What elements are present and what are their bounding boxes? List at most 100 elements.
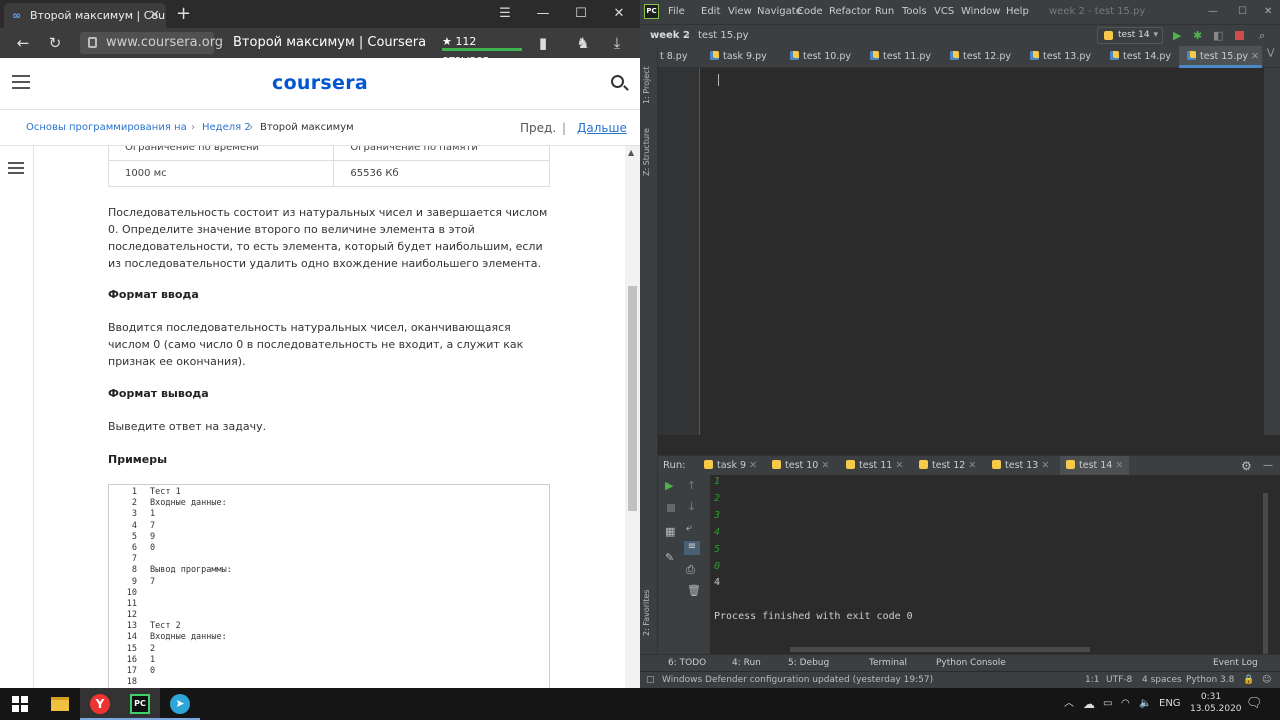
stop-icon[interactable] bbox=[1235, 31, 1244, 40]
ide-minimize-icon[interactable]: — bbox=[1208, 0, 1218, 24]
pin-icon[interactable]: ✎ bbox=[665, 551, 674, 564]
menu-item-view[interactable]: View bbox=[728, 0, 752, 24]
address-bar[interactable]: www.coursera.org bbox=[80, 32, 223, 54]
onedrive-icon[interactable]: ☁ bbox=[1083, 688, 1095, 720]
tray-expand-icon[interactable]: ︿ bbox=[1064, 688, 1074, 720]
close-tab-icon[interactable]: ✕ bbox=[892, 460, 903, 471]
stop-run-icon[interactable] bbox=[667, 504, 675, 512]
next-button[interactable]: Дальше bbox=[577, 110, 627, 146]
settings-gear-icon[interactable]: ⚙ bbox=[1241, 456, 1252, 476]
ide-close-icon[interactable]: ✕ bbox=[1264, 0, 1272, 24]
new-tab-button[interactable]: + bbox=[176, 3, 191, 25]
close-tab-icon[interactable]: ✕ bbox=[1248, 51, 1259, 62]
scroll-up-arrow-icon[interactable]: ↑ bbox=[687, 479, 696, 492]
telegram-icon[interactable]: ➤ bbox=[160, 688, 200, 720]
menu-item-window[interactable]: Window bbox=[961, 0, 1000, 24]
menu-item-vcs[interactable]: VCS bbox=[934, 0, 954, 24]
console-scrollbar[interactable] bbox=[1263, 493, 1268, 656]
notification-icon[interactable]: 🗨 bbox=[1246, 688, 1263, 720]
encoding[interactable]: UTF-8 bbox=[1106, 672, 1132, 688]
bookmark-icon[interactable]: ▮ bbox=[530, 28, 556, 58]
breadcrumb-course-link[interactable]: Основы программирования на Pyth bbox=[26, 110, 186, 146]
interpreter[interactable]: Python 3.8 bbox=[1186, 672, 1234, 688]
run-tool-button[interactable]: 4: Run bbox=[732, 655, 761, 672]
layout-icon[interactable]: ▦ bbox=[665, 525, 675, 538]
wifi-icon[interactable]: ◠ bbox=[1121, 688, 1130, 720]
caret-position[interactable]: 1:1 bbox=[1085, 672, 1099, 688]
reviews-badge[interactable]: ★ 112 отзывов bbox=[442, 33, 522, 66]
close-window-icon[interactable]: ✕ bbox=[602, 0, 636, 28]
run-tab[interactable]: test 10 ✕ bbox=[766, 456, 835, 476]
terminal-tool-button[interactable]: Terminal bbox=[869, 655, 907, 672]
code-editor[interactable] bbox=[658, 68, 1280, 435]
status-message[interactable]: Windows Defender configuration updated (… bbox=[662, 672, 933, 688]
close-tab-icon[interactable]: ✕ bbox=[1038, 460, 1049, 471]
volume-icon[interactable]: 🔈 bbox=[1139, 688, 1151, 720]
close-tab-icon[interactable]: ✕ bbox=[1112, 460, 1123, 471]
editor-tab[interactable]: test 15.py ✕ bbox=[1179, 46, 1262, 68]
menu-item-tools[interactable]: Tools bbox=[902, 0, 927, 24]
extension-icon[interactable]: ♞ bbox=[570, 28, 596, 58]
debug-icon[interactable]: ✱ bbox=[1193, 25, 1202, 47]
trash-icon[interactable]: 🗑 bbox=[687, 584, 701, 597]
search-icon[interactable] bbox=[611, 75, 624, 88]
yandex-browser-icon[interactable]: Y bbox=[80, 688, 120, 720]
editor-tab[interactable]: task 9.py bbox=[702, 46, 780, 68]
run-tab[interactable]: test 12 ✕ bbox=[913, 456, 982, 476]
start-button[interactable] bbox=[0, 688, 40, 720]
indent-setting[interactable]: 4 spaces bbox=[1142, 672, 1182, 688]
file-explorer-icon[interactable] bbox=[40, 688, 80, 720]
browser-tab[interactable]: ∞ Второй максимум | Cou ✕ bbox=[4, 3, 166, 28]
examples-code-block[interactable]: 1 Тест 1 2 Входные данные: 3 1 4 7 5 9 6 0 7 8 Вывод п… bbox=[108, 484, 550, 688]
editor-tab[interactable]: test 11.py bbox=[862, 46, 942, 68]
battery-icon[interactable]: ▭ bbox=[1103, 688, 1112, 720]
nav-file[interactable]: test 15.py bbox=[698, 25, 749, 47]
run-tab[interactable]: task 9 ✕ bbox=[698, 456, 763, 476]
favorites-panel-tab[interactable]: 2: Favorites bbox=[642, 590, 651, 636]
editor-tab[interactable]: test 10.py bbox=[782, 46, 862, 68]
pycharm-taskbar-icon[interactable]: PC bbox=[120, 688, 160, 720]
menu-item-refactor[interactable]: Refactor bbox=[829, 0, 871, 24]
menu-item-run[interactable]: Run bbox=[875, 0, 894, 24]
scrollbar-thumb[interactable] bbox=[628, 286, 637, 511]
prev-button[interactable]: Пред. bbox=[520, 110, 556, 146]
language-indicator[interactable]: ENG bbox=[1159, 688, 1181, 720]
scroll-to-end-icon[interactable]: ≡ bbox=[684, 541, 700, 555]
hide-panel-icon[interactable]: — bbox=[1263, 456, 1273, 476]
python-console-tool-button[interactable]: Python Console bbox=[936, 655, 1006, 672]
editor-tab[interactable]: test 13.py bbox=[1022, 46, 1102, 68]
ide-maximize-icon[interactable]: ☐ bbox=[1238, 0, 1247, 24]
scroll-down-arrow-icon[interactable]: ↓ bbox=[687, 500, 696, 513]
soft-wrap-icon[interactable]: ⤶ bbox=[686, 521, 692, 535]
event-log-button[interactable]: Event Log bbox=[1213, 655, 1258, 672]
menu-item-code[interactable]: Code bbox=[797, 0, 823, 24]
menu-icon[interactable]: ☰ bbox=[488, 0, 522, 28]
todo-tool-button[interactable]: 6: TODO bbox=[668, 655, 706, 672]
run-console[interactable]: 1 2 3 4 5 0 4 Process finished with exit… bbox=[710, 475, 1268, 656]
tabs-menu-icon[interactable]: ⋁ bbox=[1267, 48, 1274, 58]
status-toggle-icon[interactable]: ▢ bbox=[646, 672, 655, 688]
menu-item-navigate[interactable]: Navigate bbox=[757, 0, 802, 24]
coverage-icon[interactable]: ◧ bbox=[1213, 25, 1223, 47]
maximize-icon[interactable]: ☐ bbox=[564, 0, 598, 28]
lock-icon[interactable]: 🔒 bbox=[1243, 672, 1254, 688]
project-panel-tab[interactable]: 1: Project bbox=[642, 66, 651, 104]
clock[interactable]: 0:31 13.05.2020 bbox=[1190, 691, 1242, 715]
close-tab-icon[interactable]: ✕ bbox=[965, 460, 976, 471]
lesson-list-icon[interactable] bbox=[8, 162, 24, 174]
run-tab[interactable]: test 11 ✕ bbox=[840, 456, 909, 476]
close-tab-icon[interactable]: ✕ bbox=[746, 460, 757, 471]
coursera-logo[interactable]: coursera bbox=[0, 72, 640, 94]
breadcrumb-week-link[interactable]: Неделя 2 bbox=[202, 110, 251, 146]
scroll-up-icon[interactable]: ▲ bbox=[628, 148, 634, 157]
back-arrow-icon[interactable]: ← bbox=[10, 28, 36, 58]
menu-item-help[interactable]: Help bbox=[1006, 0, 1029, 24]
console-h-scrollbar[interactable] bbox=[790, 647, 1090, 652]
run-icon[interactable]: ▶ bbox=[1173, 25, 1181, 47]
menu-item-edit[interactable]: Edit bbox=[701, 0, 720, 24]
editor-tab[interactable]: test 12.py bbox=[942, 46, 1022, 68]
editor-tab[interactable]: test 14.py bbox=[1102, 46, 1182, 68]
close-tab-icon[interactable]: ✕ bbox=[818, 460, 829, 471]
run-config-dropdown[interactable]: test 14 ▾ bbox=[1097, 27, 1163, 44]
print-icon[interactable]: ⎙ bbox=[686, 563, 695, 577]
